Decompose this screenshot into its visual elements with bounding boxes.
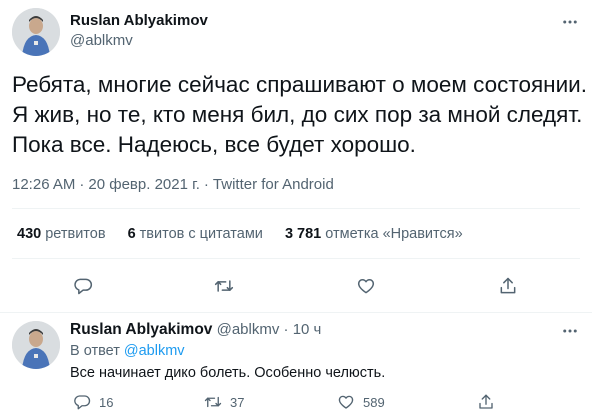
reply-icon [74, 278, 93, 295]
retweets-count: 430 [17, 226, 42, 242]
tweet-text-line: Я жив, но те, кто меня бил, до сих пор з… [12, 102, 583, 127]
reply-dot: · [283, 321, 289, 338]
meta-separator: · [79, 176, 85, 193]
reply-share-button[interactable] [477, 393, 495, 411]
retweet-icon [214, 280, 234, 292]
tweet-date[interactable]: 20 февр. 2021 г. [88, 176, 200, 193]
author-handle[interactable]: @ablkmv [70, 32, 133, 49]
author-name[interactable]: Ruslan Ablyakimov [70, 12, 208, 29]
in-reply-to-link[interactable]: @ablkmv [124, 343, 185, 359]
reply-time[interactable]: 10 ч [293, 321, 322, 338]
quotes-count: 6 [127, 226, 136, 242]
reply-text: Все начинает дико болеть. Особенно челюс… [70, 365, 386, 381]
retweets-stat[interactable]: 430 ретвитов [17, 226, 106, 242]
reply-replies-count: 16 [99, 394, 114, 410]
reply-author-handle[interactable]: @ablkmv [217, 321, 280, 338]
in-reply-to: В ответ @ablkmv [70, 343, 185, 359]
divider [12, 258, 580, 259]
share-button[interactable] [496, 274, 520, 298]
divider [12, 208, 580, 209]
divider [0, 312, 592, 313]
heart-icon [338, 395, 354, 409]
more-horizontal-icon[interactable] [560, 12, 580, 32]
likes-label: отметка «Нравится» [325, 226, 463, 242]
reply-retweets-count: 37 [230, 394, 245, 410]
retweets-label: ретвитов [45, 226, 106, 242]
reply-retweet-button[interactable]: 37 [204, 393, 244, 411]
reply-likes-count: 589 [363, 394, 385, 410]
reply-author-avatar[interactable] [12, 321, 60, 369]
reply-header: Ruslan Ablyakimov @ablkmv · 10 ч [70, 321, 321, 339]
likes-count: 3 781 [284, 226, 322, 242]
quotes-label: твитов с цитатами [139, 226, 263, 242]
reply-icon [74, 395, 91, 410]
retweet-button[interactable] [212, 274, 236, 298]
tweet-stats: 430 ретвитов 6 твитов с цитатами 3 781 отме… [17, 226, 481, 242]
tweet-source[interactable]: Twitter for Android [213, 176, 334, 193]
reply-button[interactable] [71, 274, 95, 298]
reply-like-button[interactable]: 589 [337, 393, 385, 411]
tweet-text-line: Ребята, многие сейчас спрашивают о моем … [12, 72, 587, 97]
tweet-meta: 12:26 AM · 20 февр. 2021 г. · Twitter for An… [12, 176, 334, 193]
tweet-text-line: Пока все. Надеюсь, все будет хорошо. [12, 132, 416, 157]
reply-author-name[interactable]: Ruslan Ablyakimov [70, 321, 212, 338]
quotes-stat[interactable]: 6 твитов с цитатами [128, 226, 263, 242]
like-button[interactable] [354, 274, 378, 298]
in-reply-to-prefix: В ответ [70, 343, 120, 359]
meta-separator: · [203, 176, 209, 193]
retweet-icon [204, 396, 222, 408]
reply-reply-button[interactable]: 16 [73, 393, 113, 411]
author-avatar[interactable] [12, 8, 60, 56]
more-horizontal-icon[interactable] [560, 321, 580, 341]
heart-icon [357, 279, 375, 294]
share-icon [500, 277, 516, 294]
likes-stat[interactable]: 3 781 отметка «Нравится» [285, 226, 463, 242]
share-icon [479, 394, 493, 409]
tweet-time[interactable]: 12:26 AM [12, 176, 75, 193]
tweet-text: Ребята, многие сейчас спрашивают о моем … [12, 70, 587, 160]
